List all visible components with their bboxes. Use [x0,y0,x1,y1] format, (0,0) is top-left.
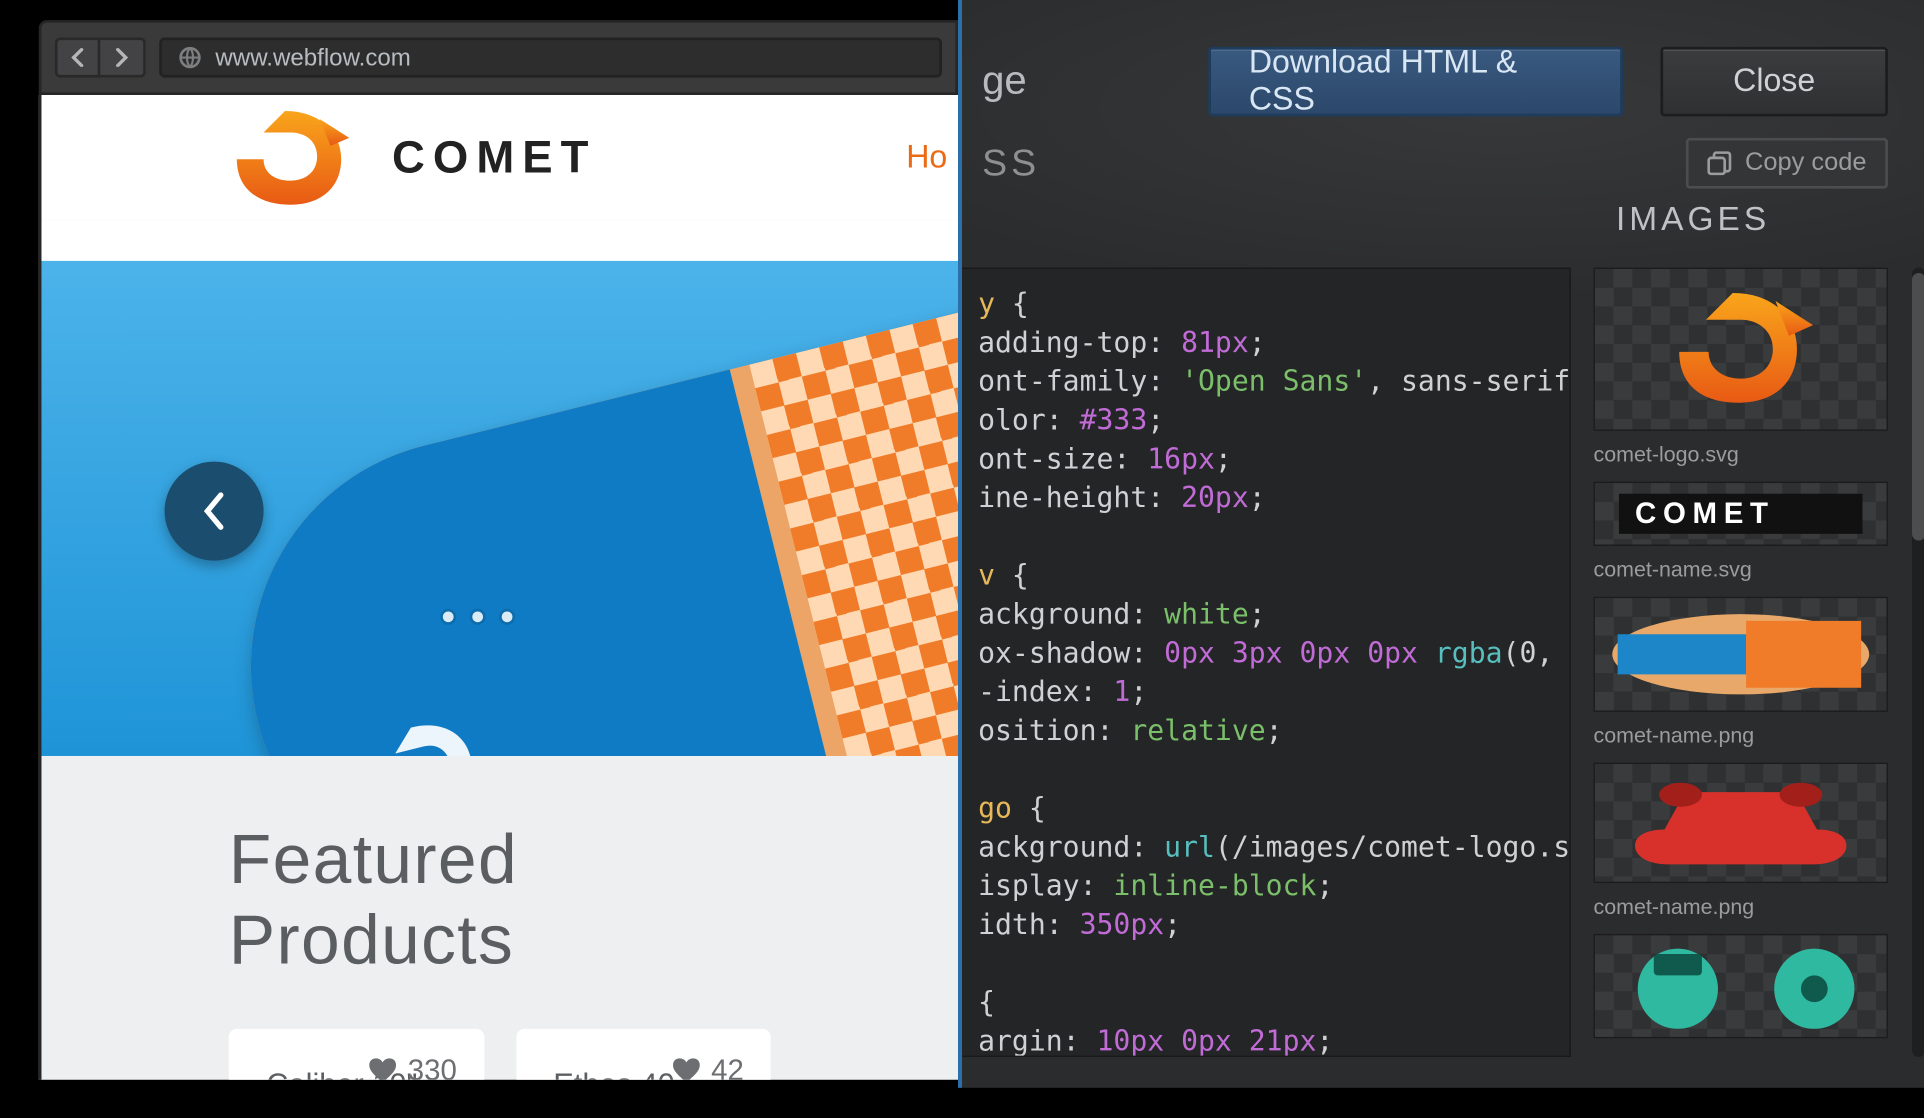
chevron-left-icon [201,491,228,531]
image-thumb[interactable] [1594,268,1888,431]
copy-icon [1707,151,1731,175]
panel-title-fragment: ge [982,59,1027,104]
svg-text:COMET: COMET [1635,497,1775,530]
carousel-dots[interactable] [443,611,513,622]
scrollbar-thumb[interactable] [1912,273,1924,541]
nav-back-button[interactable] [55,37,100,77]
featured-section: Featured Products 330 Caliber 10"Trucks. [41,756,958,1080]
nav-forward-button[interactable] [100,37,145,77]
carousel-prev-button[interactable] [165,462,264,561]
code-viewer[interactable]: y {adding-top: 81px;ont-family: 'Open Sa… [958,268,1571,1057]
copy-code-button[interactable]: Copy code [1686,138,1888,189]
preview-browser: www.webflow.com COMET Ho [39,20,958,1080]
brand-name: COMET [392,132,596,184]
caret-left-icon [71,48,84,67]
featured-heading: Featured Products [229,820,771,981]
copy-code-label: Copy code [1745,149,1867,178]
card-title-line: Ethos 40. [553,1066,683,1079]
subheader-css-fragment: SS [982,142,1040,185]
caret-right-icon [115,48,128,67]
nav-home-link[interactable]: Ho [906,139,958,176]
download-button[interactable]: Download HTML & CSS [1209,47,1623,117]
image-thumb[interactable] [1594,597,1888,712]
images-list: comet-logo.svg COMET comet-name.svg come… [1594,268,1888,1039]
site-header: COMET Ho [41,95,958,221]
browser-toolbar: www.webflow.com [39,20,958,95]
hero-carousel: COM [41,261,958,756]
image-caption: comet-logo.svg [1594,444,1888,468]
address-url: www.webflow.com [215,43,410,71]
product-card[interactable]: 330 Caliber 10"Trucks. [229,1029,484,1080]
image-caption: comet-name.png [1594,896,1888,920]
heart-icon [671,1057,700,1080]
likes-count: 330 [408,1053,457,1080]
image-thumb[interactable] [1594,763,1888,883]
split-divider[interactable] [958,0,962,1088]
product-card[interactable]: 42 Ethos 40. One of those [516,1029,771,1080]
images-heading: IMAGES [1616,201,1770,240]
globe-icon [178,45,202,69]
address-bar[interactable]: www.webflow.com [159,37,942,77]
comet-logo-icon [213,106,363,210]
export-panel: ge Download HTML & CSS Close SS Copy cod… [958,0,1924,1088]
image-caption: comet-name.png [1594,725,1888,749]
close-button[interactable]: Close [1660,47,1887,117]
preview-viewport: COMET Ho COM Featured Products [39,95,958,1080]
likes-count: 42 [711,1053,744,1080]
likes[interactable]: 330 [368,1053,457,1080]
likes[interactable]: 42 [671,1053,744,1080]
image-caption: comet-name.svg [1594,559,1888,583]
heart-icon [368,1057,397,1080]
skateboard-deck-art: COM [203,261,958,756]
image-thumb[interactable]: COMET [1594,482,1888,546]
image-thumb[interactable] [1594,934,1888,1038]
scallop-divider [41,221,958,261]
